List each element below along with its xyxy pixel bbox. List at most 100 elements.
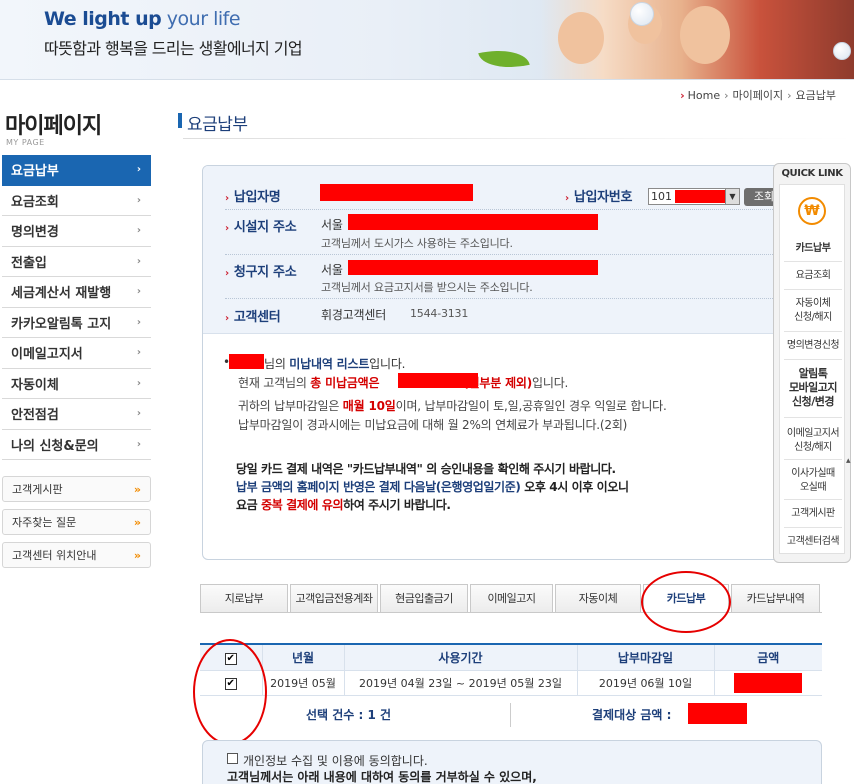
tab-deposit-account[interactable]: 고객입금전용계좌 [290, 584, 378, 612]
sidebar-item-move[interactable]: 전출입 › [2, 247, 151, 277]
tab-email-bill[interactable]: 이메일고지 [470, 584, 553, 612]
sidebar-item-kakao[interactable]: 카카오알림톡 고지 › [2, 308, 151, 338]
payer-no-label: › 납입자번호 [565, 190, 633, 205]
notice-line2: 납부 금액의 홈페이지 반영은 결제 다음날(은행영업일기준) 오후 4시 이후… [236, 480, 629, 494]
sidebar-item-email-bill[interactable]: 이메일고지서 › [2, 338, 151, 369]
customer-info-panel: › 납입자명 › 납입자번호 101 ▼ 조회 › 시설지 주소 서울 고객님께서 도… [202, 165, 822, 560]
breadcrumb-mypage[interactable]: 마이페이지 [733, 89, 784, 102]
quick-link-body: ₩ 카드납부 요금조회 자동이체 신청/해지 명의변경신청 알림톡 모바일고지 … [779, 184, 845, 554]
bubble-decoration [630, 2, 654, 26]
billing-address-note: 고객님께서 요금고지서를 받으시는 주소입니다. [321, 281, 533, 294]
triangle-icon: › [225, 193, 229, 204]
quick-link-panel: QUICK LINK ₩ 카드납부 요금조회 자동이체 신청/해지 명의변경신청… [773, 163, 851, 563]
table-row: ✔ 2019년 05월 2019년 04월 23일 ~ 2019년 05월 23… [200, 670, 822, 696]
chevron-right-icon: › [136, 347, 141, 359]
sidebar-menu: 요금납부 › 요금조회 › 명의변경 › 전출입 › 세금계산서 재발행 › 카카오알림톡… [2, 155, 151, 460]
quick-card-payment[interactable]: 카드납부 [780, 242, 846, 256]
quick-moving[interactable]: 이사가실때 오실때 [780, 467, 846, 495]
quick-alimtalk[interactable]: 알림톡 모바일고지 신청/변경 [780, 367, 846, 409]
page-root: We light up your life 따뜻함과 행복을 드리는 생활에너지… [0, 0, 854, 784]
banner-slogan-en: We light up your life [44, 8, 241, 30]
triangle-icon: › [225, 223, 229, 234]
billing-city: 서울 [321, 263, 343, 277]
quick-bill-inquiry[interactable]: 요금조회 [780, 269, 846, 283]
header-month: 년월 [261, 644, 344, 671]
quick-autopay[interactable]: 자동이체 신청/해지 [780, 297, 846, 325]
sidebar-item-name-change[interactable]: 명의변경 › [2, 216, 151, 247]
unpaid-line1: 님의 미납내역 리스트입니다. [264, 357, 406, 371]
quick-center-search[interactable]: 고객센터검색 [780, 535, 846, 549]
sidebar-item-bill-inquiry[interactable]: 요금조회 › [2, 186, 151, 216]
redacted-amount [734, 672, 803, 693]
payer-name-label: › 납입자명 [225, 190, 281, 205]
triangle-icon: › [565, 193, 569, 204]
scroll-indicator: ▴ [846, 456, 851, 466]
double-arrow-icon: » [133, 515, 141, 529]
unpaid-line3: 귀하의 납부마감일은 매월 10일이며, 납부마감일이 토,일,공휴일인 경우 … [238, 399, 667, 413]
payment-amount-label: 결제대상 금액 : [592, 708, 672, 722]
quick-board[interactable]: 고객게시판 [780, 507, 846, 521]
sidebar-item-my-requests[interactable]: 나의 신청&문의 › [2, 430, 151, 460]
tab-giro[interactable]: 지로납부 [200, 584, 288, 612]
consent-checkbox[interactable] [227, 753, 238, 764]
slogan-light: your life [161, 8, 241, 30]
tab-card-history[interactable]: 카드납부내역 [731, 584, 820, 612]
unpaid-table: ✔ 년월 사용기간 납부마감일 금액 ✔ 2019년 05월 2019년 04월… [200, 643, 822, 696]
selected-count: 선택 건수 : 1 건 [306, 708, 392, 722]
sidebar-item-tax-invoice[interactable]: 세금계산서 재발행 › [2, 277, 151, 308]
quick-email-bill[interactable]: 이메일고지서 신청/해지 [780, 427, 846, 455]
sidebar-title: 마이페이지 [5, 114, 102, 139]
tab-atm[interactable]: 현금입출금기 [380, 584, 468, 612]
payer-no-select[interactable]: 101 ▼ [648, 188, 740, 205]
link-faq[interactable]: 자주찾는 질문» [2, 509, 151, 535]
redacted-payer-no [675, 190, 725, 203]
row-due: 2019년 06월 10일 [576, 670, 714, 696]
chevron-right-icon: › [136, 225, 141, 237]
privacy-consent-panel: 개인정보 수집 및 이용에 동의합니다. 고객님께서는 아래 내용에 대하여 동… [202, 740, 822, 784]
facility-city: 서울 [321, 218, 343, 232]
triangle-icon: › [225, 268, 229, 279]
page-title: 요금납부 [178, 110, 248, 135]
facility-address-label: › 시설지 주소 [225, 220, 297, 235]
redacted-total-unpaid [398, 373, 478, 388]
sidebar-item-autopay[interactable]: 자동이체 › [2, 369, 151, 399]
breadcrumb-home[interactable]: Home [688, 89, 720, 102]
header-period: 사용기간 [343, 644, 577, 671]
breadcrumb-current: 요금납부 [795, 89, 836, 102]
top-banner: We light up your life 따뜻함과 행복을 드리는 생활에너지… [0, 0, 854, 80]
customer-center-label: › 고객센터 [225, 310, 281, 325]
tab-autopay[interactable]: 자동이체 [555, 584, 641, 612]
link-center-location[interactable]: 고객센터 위치안내» [2, 542, 151, 568]
consent-line2: 고객님께서는 아래 내용에 대하여 동의를 거부하실 수 있으며, [227, 770, 537, 784]
quick-name-change[interactable]: 명의변경신청 [780, 339, 846, 353]
sidebar-item-payment[interactable]: 요금납부 › [2, 155, 151, 186]
table-header-row: ✔ 년월 사용기간 납부마감일 금액 [200, 644, 822, 671]
customer-info-top: › 납입자명 › 납입자번호 101 ▼ 조회 › 시설지 주소 서울 고객님께서 도… [203, 166, 821, 334]
quick-link-title: QUICK LINK [781, 168, 843, 179]
won-coin-icon: ₩ [798, 197, 826, 225]
chevron-right-icon: › [136, 194, 141, 206]
chevron-right-icon: › [136, 255, 141, 267]
customer-center-phone: 1544-3131 [410, 307, 469, 320]
chevron-right-icon: › [136, 408, 141, 420]
chevron-right-icon: › [136, 377, 141, 389]
customer-center-name: 휘경고객센터 [321, 308, 387, 322]
redacted-customer-name [229, 354, 264, 369]
annotation-circle-checkboxes [193, 639, 267, 745]
family-photo [540, 0, 854, 79]
row-period: 2019년 04월 23일 ~ 2019년 05월 23일 [343, 670, 577, 696]
facility-address-note: 고객님께서 도시가스 사용하는 주소입니다. [321, 237, 513, 250]
dropdown-arrow-icon: ▼ [725, 189, 739, 204]
sidebar-subtitle: MY PAGE [6, 138, 45, 147]
slogan-bold: We light up [44, 8, 162, 30]
title-divider [183, 138, 854, 139]
bubble-decoration [833, 42, 851, 60]
header-due: 납부마감일 [576, 644, 714, 671]
chevron-right-icon: › [136, 286, 141, 298]
link-board[interactable]: 고객게시판» [2, 476, 151, 502]
row-amount [713, 670, 822, 696]
billing-address-label: › 청구지 주소 [225, 265, 297, 280]
sidebar-item-safety[interactable]: 안전점검 › [2, 399, 151, 430]
consent-line1: 개인정보 수집 및 이용에 동의합니다. [243, 754, 428, 768]
double-arrow-icon: » [133, 548, 141, 562]
